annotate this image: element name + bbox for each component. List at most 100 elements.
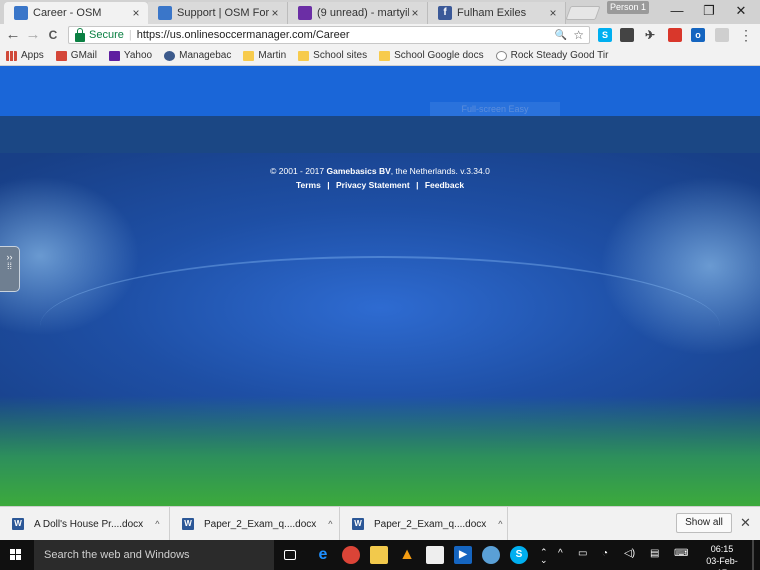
taskbar-search[interactable]: Search the web and Windows bbox=[34, 540, 274, 570]
clock-time: 06:15 bbox=[710, 544, 734, 554]
feedback-link[interactable]: Feedback bbox=[425, 180, 464, 190]
new-tab-button[interactable] bbox=[565, 6, 601, 20]
rocket-extension-icon[interactable]: ✈ bbox=[643, 28, 657, 42]
skype-icon[interactable]: S bbox=[510, 546, 528, 564]
notifications-icon[interactable]: ▤ bbox=[650, 548, 659, 559]
back-button[interactable]: ← bbox=[4, 26, 22, 44]
tab-yahoo-mail[interactable]: (9 unread) - martyiltis - × bbox=[288, 2, 428, 24]
tab-title: Fulham Exiles bbox=[457, 7, 527, 19]
osm-favicon-icon bbox=[158, 6, 172, 20]
network-globe-icon[interactable] bbox=[482, 546, 500, 564]
show-hidden-icons[interactable]: ^ bbox=[558, 548, 563, 559]
word-doc-icon: W bbox=[352, 518, 364, 530]
wifi-icon[interactable]: ◔ bbox=[602, 548, 608, 559]
address-bar[interactable]: Secure | https://us.onlinesoccermanager.… bbox=[68, 26, 590, 44]
show-all-button[interactable]: Show all bbox=[676, 513, 732, 533]
minimize-button[interactable]: — bbox=[662, 2, 692, 20]
tab-fulham-exiles[interactable]: f Fulham Exiles × bbox=[428, 2, 566, 24]
company-name[interactable]: Gamebasics BV bbox=[327, 166, 391, 176]
windows-start-icon[interactable] bbox=[10, 549, 22, 561]
download-item[interactable]: W A Doll's House Pr....docx ^ bbox=[0, 507, 170, 541]
browser-toolbar: ← → C Secure | https://us.onlinesoccerma… bbox=[0, 24, 760, 46]
forward-button[interactable]: → bbox=[24, 26, 42, 44]
footer-links: Terms | Privacy Statement | Feedback bbox=[0, 180, 760, 190]
play-icon bbox=[495, 50, 507, 61]
edge-icon[interactable]: e bbox=[314, 546, 332, 564]
chevron-up-icon[interactable]: ^ bbox=[498, 519, 502, 529]
omnibox-separator: | bbox=[128, 29, 132, 41]
vlc-icon[interactable]: ▲ bbox=[398, 546, 416, 564]
tab-close-icon[interactable]: × bbox=[269, 6, 281, 20]
bookmark-label: Martin bbox=[258, 50, 287, 61]
bookmark-gmail[interactable]: GMail bbox=[55, 50, 97, 61]
file-explorer-icon[interactable] bbox=[370, 546, 388, 564]
bookmark-star-icon[interactable]: ☆ bbox=[573, 28, 584, 42]
store-icon[interactable] bbox=[426, 546, 444, 564]
show-desktop-button[interactable] bbox=[752, 540, 754, 570]
folder-icon bbox=[243, 50, 255, 61]
bookmarks-bar: Apps GMail Yahoo Managebac Martin School… bbox=[0, 46, 760, 66]
tab-close-icon[interactable]: × bbox=[409, 6, 421, 20]
apps-grid-icon bbox=[6, 50, 17, 61]
chevron-up-icon[interactable]: ^ bbox=[155, 519, 159, 529]
download-item[interactable]: W Paper_2_Exam_q....docx ^ bbox=[340, 507, 508, 541]
tab-close-icon[interactable]: × bbox=[130, 6, 142, 20]
skype-extension-icon[interactable]: S bbox=[598, 28, 612, 42]
tab-close-icon[interactable]: × bbox=[547, 6, 559, 20]
bookmark-apps[interactable]: Apps bbox=[6, 50, 44, 61]
stadium-arc bbox=[40, 256, 720, 396]
bookmark-school-sites[interactable]: School sites bbox=[298, 50, 367, 61]
bookmark-label: Apps bbox=[21, 50, 44, 61]
scroll-arrows-icon[interactable]: ⌃ ⌄ bbox=[540, 548, 548, 565]
extension-icon[interactable] bbox=[668, 28, 682, 42]
media-player-icon[interactable]: ▶ bbox=[454, 546, 472, 564]
bookmark-rock-steady[interactable]: Rock Steady Good Tir bbox=[495, 50, 608, 61]
lock-icon bbox=[75, 27, 85, 42]
taskbar-clock[interactable]: 06:15 03-Feb-17 bbox=[702, 543, 742, 570]
bookmark-label: Managebac bbox=[179, 50, 232, 61]
pitch-grass bbox=[0, 396, 760, 506]
tab-osm-forum[interactable]: Support | OSM Forum × bbox=[148, 2, 288, 24]
secure-label: Secure bbox=[89, 29, 124, 41]
zoom-icon[interactable]: 🔍 bbox=[555, 30, 567, 41]
download-filename: A Doll's House Pr....docx bbox=[34, 518, 144, 530]
bookmark-yahoo[interactable]: Yahoo bbox=[108, 50, 153, 61]
download-item[interactable]: W Paper_2_Exam_q....docx ^ bbox=[170, 507, 340, 541]
tab-title: (9 unread) - martyiltis - bbox=[317, 7, 409, 19]
copyright-prefix: © 2001 - 2017 bbox=[270, 166, 327, 176]
extension-icon[interactable]: o bbox=[691, 28, 705, 42]
close-downloads-icon[interactable]: ✕ bbox=[740, 515, 751, 531]
profile-button[interactable]: Person 1 bbox=[607, 1, 649, 14]
downloads-bar: W A Doll's House Pr....docx ^ W Paper_2_… bbox=[0, 506, 760, 541]
word-doc-icon: W bbox=[12, 518, 24, 530]
privacy-statement-link[interactable]: Privacy Statement bbox=[336, 180, 410, 190]
reload-button[interactable]: C bbox=[44, 26, 62, 44]
extension-icon[interactable] bbox=[620, 28, 634, 42]
page-footer: © 2001 - 2017 Gamebasics BV, the Netherl… bbox=[0, 166, 760, 190]
fullscreen-button[interactable]: Full-screen Easy bbox=[430, 102, 560, 116]
task-view-icon[interactable] bbox=[284, 550, 296, 560]
menu-icon[interactable]: ⋮ bbox=[737, 26, 755, 44]
bookmark-label: Yahoo bbox=[123, 50, 153, 61]
chevron-up-icon[interactable]: ^ bbox=[328, 519, 332, 529]
terms-link[interactable]: Terms bbox=[296, 180, 321, 190]
extension-icon[interactable] bbox=[715, 28, 729, 42]
bookmark-martin[interactable]: Martin bbox=[243, 50, 286, 61]
bookmark-label: GMail bbox=[70, 50, 97, 61]
restore-button[interactable]: ❐ bbox=[694, 2, 724, 20]
yahoo-mail-icon bbox=[298, 6, 312, 20]
volume-icon[interactable]: ◁) bbox=[624, 548, 635, 559]
bookmark-managebac[interactable]: Managebac bbox=[164, 50, 231, 61]
dark-band bbox=[0, 116, 760, 153]
bookmark-school-google-docs[interactable]: School Google docs bbox=[379, 50, 484, 61]
close-window-button[interactable]: ✕ bbox=[726, 2, 756, 20]
tab-career-osm[interactable]: Career - OSM × bbox=[4, 2, 148, 24]
side-panel-handle[interactable]: ›› ⁞⁞ bbox=[0, 246, 20, 292]
link-separator: | bbox=[416, 180, 419, 190]
chrome-icon[interactable] bbox=[342, 546, 360, 564]
tab-title: Career - OSM bbox=[33, 7, 102, 19]
keyboard-icon[interactable]: ⌨ bbox=[674, 548, 688, 559]
battery-icon[interactable]: ▭ bbox=[578, 548, 587, 559]
url-text[interactable]: https://us.onlinesoccermanager.com/Caree… bbox=[137, 29, 350, 41]
link-separator: | bbox=[327, 180, 330, 190]
